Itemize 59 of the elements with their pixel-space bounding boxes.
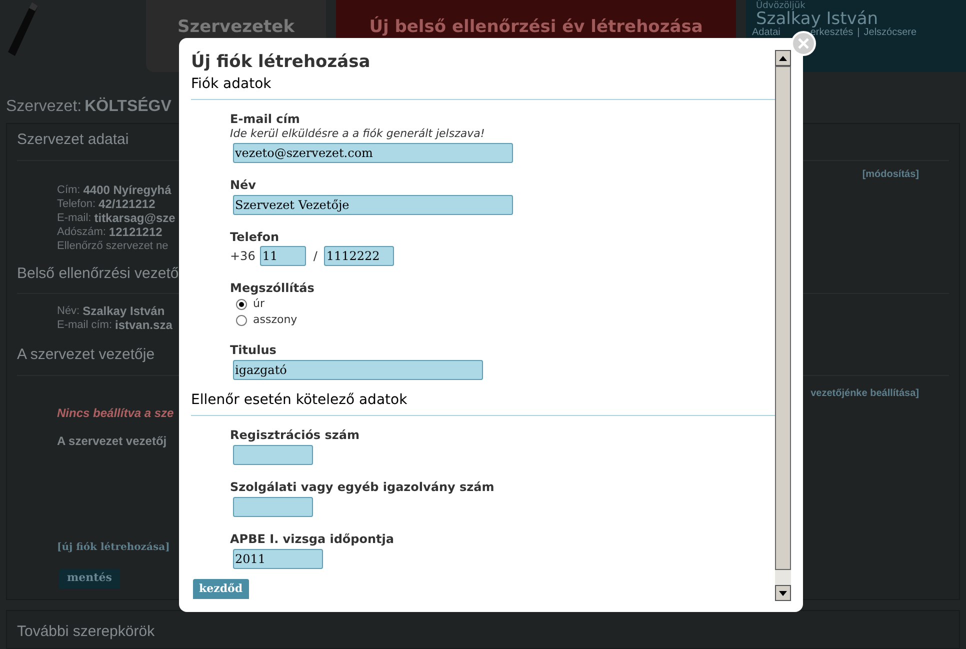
- field-label: Cím:: [57, 182, 80, 196]
- scrollbar[interactable]: [775, 50, 791, 601]
- user-link[interactable]: erkesztés: [810, 28, 854, 38]
- field-value: istvan.sza: [115, 318, 172, 332]
- organization-name: KÖLTSÉGV: [84, 97, 172, 117]
- note-text: A szervezet vezetőj: [57, 432, 167, 450]
- field-label: E-mail cím:: [57, 318, 112, 332]
- radio-button[interactable]: [236, 298, 247, 310]
- bracket-link[interactable]: [új fiók létrehozása]: [57, 540, 170, 554]
- link-separator: |: [857, 28, 860, 38]
- pen-icon: [6, 0, 40, 58]
- field-label: Telefon: [230, 230, 279, 245]
- bracket-link[interactable]: vezetőjénke beállítása]: [810, 386, 919, 401]
- text-field[interactable]: [233, 497, 313, 517]
- field-value: 42/121212: [98, 196, 156, 210]
- close-icon: [798, 38, 809, 49]
- text-field[interactable]: 2011: [233, 549, 323, 569]
- field-label: E-mail cím: [230, 112, 300, 127]
- text-field[interactable]: Szervezet Vezetője: [233, 195, 513, 215]
- area-code-field[interactable]: 11: [260, 246, 306, 266]
- phone-number-field[interactable]: 1112222: [324, 246, 394, 266]
- field-value: 12121212: [108, 224, 162, 238]
- field-value: 4400 Nyíregyhá: [83, 182, 172, 196]
- option-label: úr: [253, 296, 264, 312]
- save-button[interactable]: mentés: [59, 568, 120, 588]
- scroll-down-icon[interactable]: [779, 590, 787, 596]
- field-value: titkarsag@sze: [94, 210, 176, 224]
- field-label: Név: [230, 178, 256, 193]
- option-label: asszony: [253, 312, 298, 328]
- field-value: Szalkay István: [82, 304, 165, 318]
- text-field[interactable]: [233, 445, 313, 465]
- separator-text: /: [313, 248, 318, 265]
- field-label: Adószám:: [57, 224, 106, 238]
- country-code: +36: [230, 248, 256, 265]
- section-heading: További szerepkörök: [17, 622, 156, 642]
- field-label: Ellenőrző szervezet ne: [57, 238, 168, 252]
- field-label: Regisztrációs szám: [230, 428, 360, 443]
- field-label: E-mail:: [57, 210, 92, 224]
- field-label: Telefon:: [57, 196, 96, 210]
- radio-button[interactable]: [236, 314, 247, 326]
- submit-button[interactable]: kezdőd: [193, 579, 249, 599]
- scroll-up-icon[interactable]: [779, 56, 787, 60]
- warning-text: Nincs beállítva a sze: [57, 404, 174, 422]
- field-label: Megszóllítás: [230, 281, 314, 296]
- section-heading: Ellenőr esetén kötelező adatok: [191, 390, 775, 416]
- bracket-link[interactable]: [módosítás]: [862, 167, 919, 182]
- page-title-label: Szervezet:: [6, 97, 82, 117]
- field-label: APBE I. vizsga időpontja: [230, 532, 394, 547]
- user-link[interactable]: Adatai: [752, 28, 780, 38]
- hint-text: Ide kerül elküldésre a a fiók generált jelszava!: [230, 127, 485, 141]
- field-label: Név:: [57, 304, 80, 318]
- text-field[interactable]: igazgató: [233, 360, 483, 380]
- text-field[interactable]: vezeto@szervezet.com: [233, 143, 513, 163]
- field-label: Szolgálati vagy egyéb igazolvány szám: [230, 480, 494, 495]
- user-name: Szalkay István: [756, 11, 878, 28]
- greeting-text: Üdvözöljük: [756, 1, 806, 11]
- field-label: Titulus: [230, 343, 276, 358]
- section-heading: Fiók adatok: [191, 74, 775, 100]
- user-link[interactable]: Jelszócsere: [864, 28, 917, 38]
